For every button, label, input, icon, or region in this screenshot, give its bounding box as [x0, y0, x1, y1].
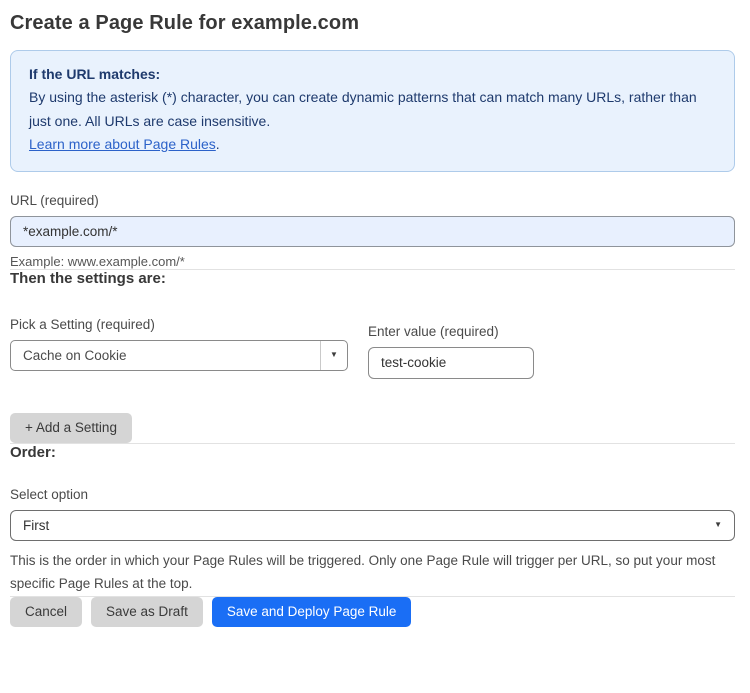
add-setting-button[interactable]: + Add a Setting	[10, 412, 132, 443]
url-input[interactable]	[10, 215, 735, 247]
setting-select[interactable]: Cache on Cookie ▼	[10, 339, 348, 371]
chevron-down-icon: ▼	[330, 350, 338, 359]
setting-select-column: Pick a Setting (required) Cache on Cooki…	[10, 317, 348, 371]
save-and-deploy-button[interactable]: Save and Deploy Page Rule	[211, 596, 412, 627]
order-select[interactable]: First ▼	[10, 509, 735, 541]
value-field-label: Enter value (required)	[368, 323, 499, 339]
save-as-draft-button[interactable]: Save as Draft	[91, 596, 203, 627]
url-example-helper: Example: www.example.com/*	[10, 253, 185, 269]
page-title: Create a Page Rule for example.com	[10, 12, 360, 34]
info-box-link-line: Learn more about Page Rules.	[29, 133, 716, 156]
info-box-heading: If the URL matches:	[29, 66, 161, 82]
setting-select-value: Cache on Cookie	[11, 340, 321, 370]
order-select-value: First	[23, 517, 50, 533]
order-helper-text: This is the order in which your Page Rul…	[10, 552, 716, 592]
settings-section-heading: Then the settings are:	[10, 269, 166, 287]
order-select-label: Select option	[10, 486, 89, 502]
url-match-info-box: If the URL matches: By using the asteris…	[10, 50, 735, 172]
link-suffix: .	[215, 136, 220, 153]
page-rule-form: Create a Page Rule for example.com If th…	[0, 0, 750, 627]
setting-select-label: Pick a Setting (required)	[10, 316, 155, 332]
order-section-heading: Order:	[10, 443, 56, 461]
cancel-button[interactable]: Cancel	[10, 596, 83, 627]
footer-button-row: Cancel Save as Draft Save and Deploy Pag…	[10, 596, 735, 627]
settings-row: Pick a Setting (required) Cache on Cooki…	[10, 317, 735, 379]
setting-select-arrow-button[interactable]: ▼	[321, 341, 347, 370]
setting-value-input[interactable]	[368, 346, 534, 379]
learn-more-link[interactable]: Learn more about Page Rules	[29, 136, 216, 152]
url-field-label: URL (required)	[10, 192, 99, 208]
chevron-down-icon: ▼	[714, 520, 722, 529]
info-box-body: By using the asterisk (*) character, you…	[29, 89, 697, 129]
setting-value-column: Enter value (required)	[368, 324, 534, 379]
